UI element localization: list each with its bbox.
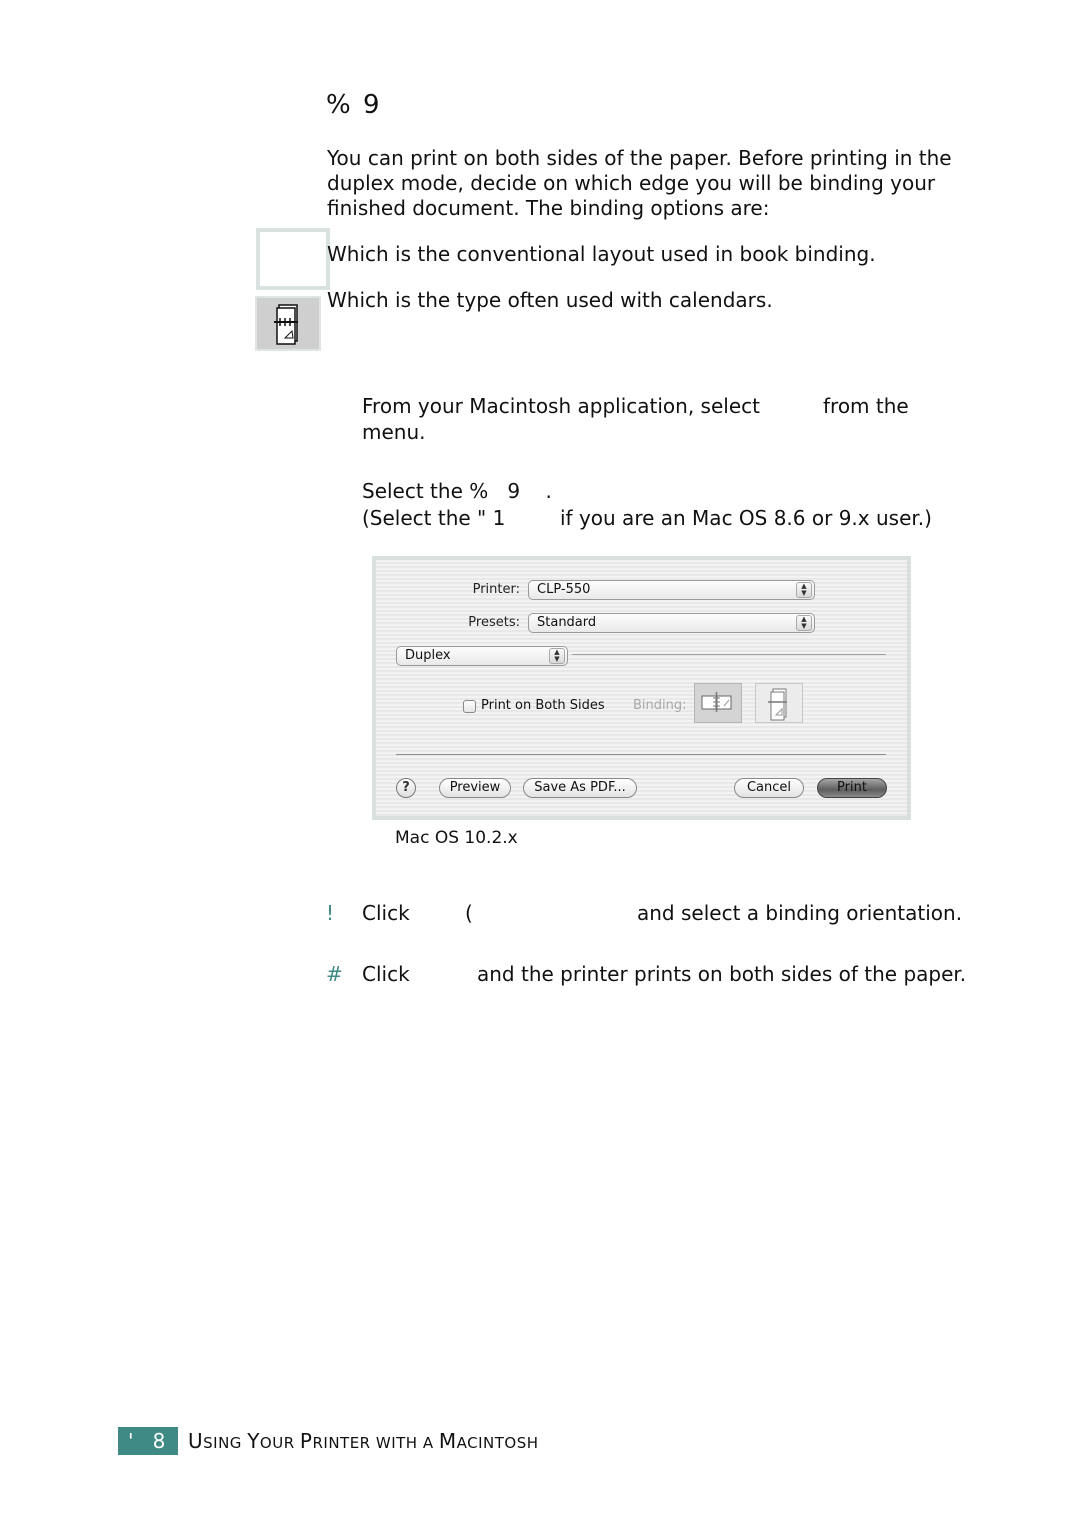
- binding-option-long-edge-text: Which is the conventional layout used in…: [327, 242, 876, 266]
- step4-rest: and the printer prints on both sides of …: [477, 962, 967, 986]
- presets-select[interactable]: Standard ▲ ▼: [528, 613, 815, 633]
- step3-marker: !: [326, 901, 335, 925]
- panel-select-value: Duplex: [405, 648, 451, 663]
- binding-label: Binding:: [633, 698, 687, 713]
- presets-select-value: Standard: [537, 615, 597, 630]
- preview-button[interactable]: Preview: [439, 778, 511, 798]
- step1-text-a: From your Macintosh application, select: [362, 394, 760, 418]
- intro-paragraph: You can print on both sides of the paper…: [327, 146, 952, 220]
- panel-select[interactable]: Duplex ▲ ▼: [396, 646, 568, 666]
- step3-rest: and select a binding orientation.: [637, 901, 963, 925]
- popup-arrows-icon: ▲ ▼: [796, 582, 812, 598]
- print-dialog: Printer: CLP-550 ▲ ▼ Presets: Standard ▲ ▼…: [372, 556, 911, 820]
- print-both-sides-label[interactable]: Print on Both Sides: [481, 698, 605, 713]
- panel-divider: [572, 654, 886, 655]
- footer-title-cap: Y: [247, 1429, 260, 1453]
- presets-label: Presets:: [468, 615, 520, 630]
- long-edge-binding-button[interactable]: [694, 683, 742, 723]
- footer-title-small: ACINTOSH: [456, 1434, 539, 1452]
- section-heading: % 9: [326, 90, 382, 120]
- step1-text-c: menu.: [362, 420, 426, 444]
- popup-arrows-icon: ▲ ▼: [549, 648, 565, 664]
- page-number: ' 8: [128, 1429, 166, 1453]
- print-both-sides-checkbox[interactable]: [463, 700, 476, 713]
- footer-title-cap: P: [299, 1429, 313, 1453]
- step2-line1: Select the % 9 .: [362, 479, 552, 503]
- help-button[interactable]: ?: [396, 778, 416, 798]
- save-as-pdf-button[interactable]: Save As PDF...: [523, 778, 637, 798]
- long-edge-binding-icon: [701, 692, 732, 712]
- footer-title-cap: M: [438, 1429, 457, 1453]
- long-edge-binding-icon: [256, 228, 330, 290]
- footer-title-small: RINTER WITH A: [312, 1434, 439, 1452]
- step3-click: Click: [362, 901, 410, 925]
- popup-arrows-icon: ▲ ▼: [796, 615, 812, 631]
- footer-divider: [396, 754, 886, 755]
- short-edge-binding-icon: [768, 688, 787, 721]
- step3-paren: (: [465, 901, 473, 925]
- print-button[interactable]: Print: [817, 778, 887, 798]
- step4-marker: #: [326, 962, 343, 986]
- printer-select[interactable]: CLP-550 ▲ ▼: [528, 580, 815, 600]
- step1-text-b: from the: [823, 394, 909, 418]
- binding-option-short-edge-text: Which is the type often used with calend…: [327, 288, 773, 312]
- step2-line2-a: (Select the " 1: [362, 506, 506, 530]
- running-footer-title: USING YOUR PRINTER WITH A MACINTOSH: [188, 1429, 539, 1453]
- short-edge-binding-icon: [255, 296, 321, 351]
- printer-label: Printer:: [472, 582, 520, 597]
- step2-line2-b: if you are an Mac OS 8.6 or 9.x user.): [560, 506, 932, 530]
- dialog-caption: Mac OS 10.2.x: [395, 828, 518, 848]
- short-edge-binding-button[interactable]: [755, 683, 803, 723]
- printer-select-value: CLP-550: [537, 582, 591, 597]
- step4-click: Click: [362, 962, 410, 986]
- page-number-badge: ' 8: [118, 1427, 178, 1455]
- footer-title-small: SING: [203, 1434, 248, 1452]
- footer-title-small: OUR: [259, 1434, 300, 1452]
- cancel-button[interactable]: Cancel: [734, 778, 804, 798]
- footer-title-cap: U: [188, 1429, 204, 1453]
